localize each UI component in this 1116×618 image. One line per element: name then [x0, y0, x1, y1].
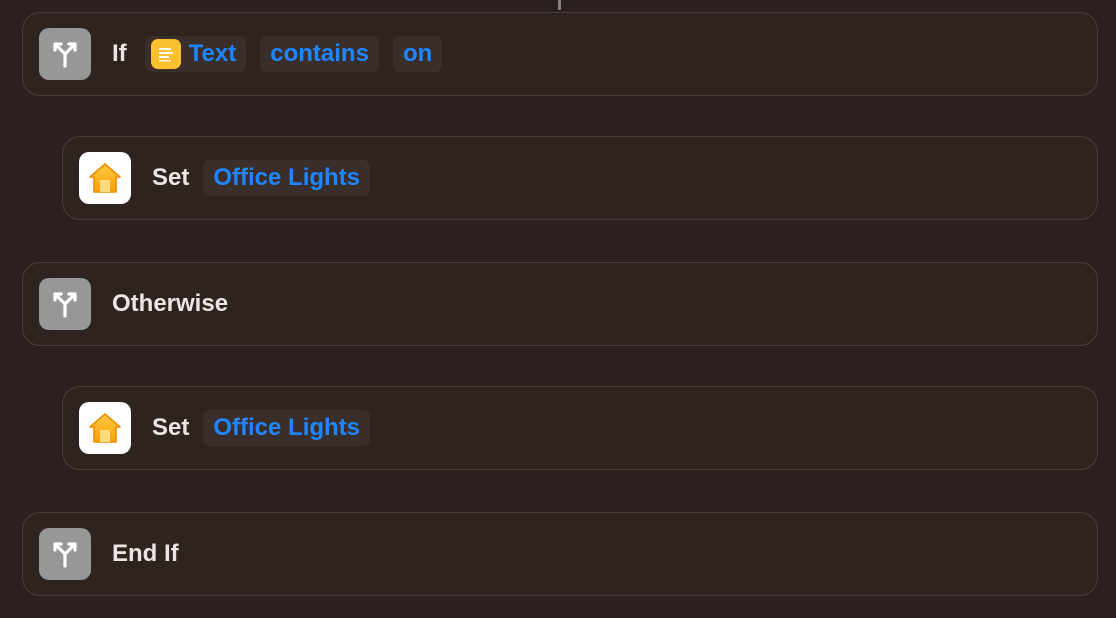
set-label: Set: [152, 164, 190, 191]
accessory-selector[interactable]: Office Lights: [203, 410, 371, 446]
condition-value-label: on: [402, 40, 433, 67]
otherwise-action[interactable]: Otherwise: [22, 262, 1098, 346]
accessory-selector[interactable]: Office Lights: [203, 160, 371, 196]
condition-value-field[interactable]: on: [392, 36, 443, 72]
set-label: Set: [152, 414, 190, 441]
text-variable-label: Text: [188, 40, 237, 67]
home-icon: [79, 402, 131, 454]
branch-icon: [39, 278, 91, 330]
flow-connector-line: [558, 0, 561, 10]
if-label: If: [112, 40, 127, 67]
set-home-accessory-action[interactable]: Set Office Lights: [62, 386, 1098, 470]
home-icon: [79, 152, 131, 204]
end-if-action[interactable]: End If: [22, 512, 1098, 596]
otherwise-label: Otherwise: [112, 290, 229, 317]
notes-text-icon: [150, 39, 181, 69]
text-variable-token[interactable]: Text: [144, 36, 247, 72]
branch-icon: [39, 528, 91, 580]
set-home-accessory-action[interactable]: Set Office Lights: [62, 136, 1098, 220]
condition-selector[interactable]: contains: [260, 36, 379, 72]
if-action[interactable]: If Text contains on: [22, 12, 1098, 96]
accessory-label: Office Lights: [213, 164, 361, 191]
end-if-label: End If: [112, 540, 179, 567]
accessory-label: Office Lights: [213, 414, 361, 441]
branch-icon: [39, 28, 91, 80]
condition-label: contains: [270, 40, 369, 67]
